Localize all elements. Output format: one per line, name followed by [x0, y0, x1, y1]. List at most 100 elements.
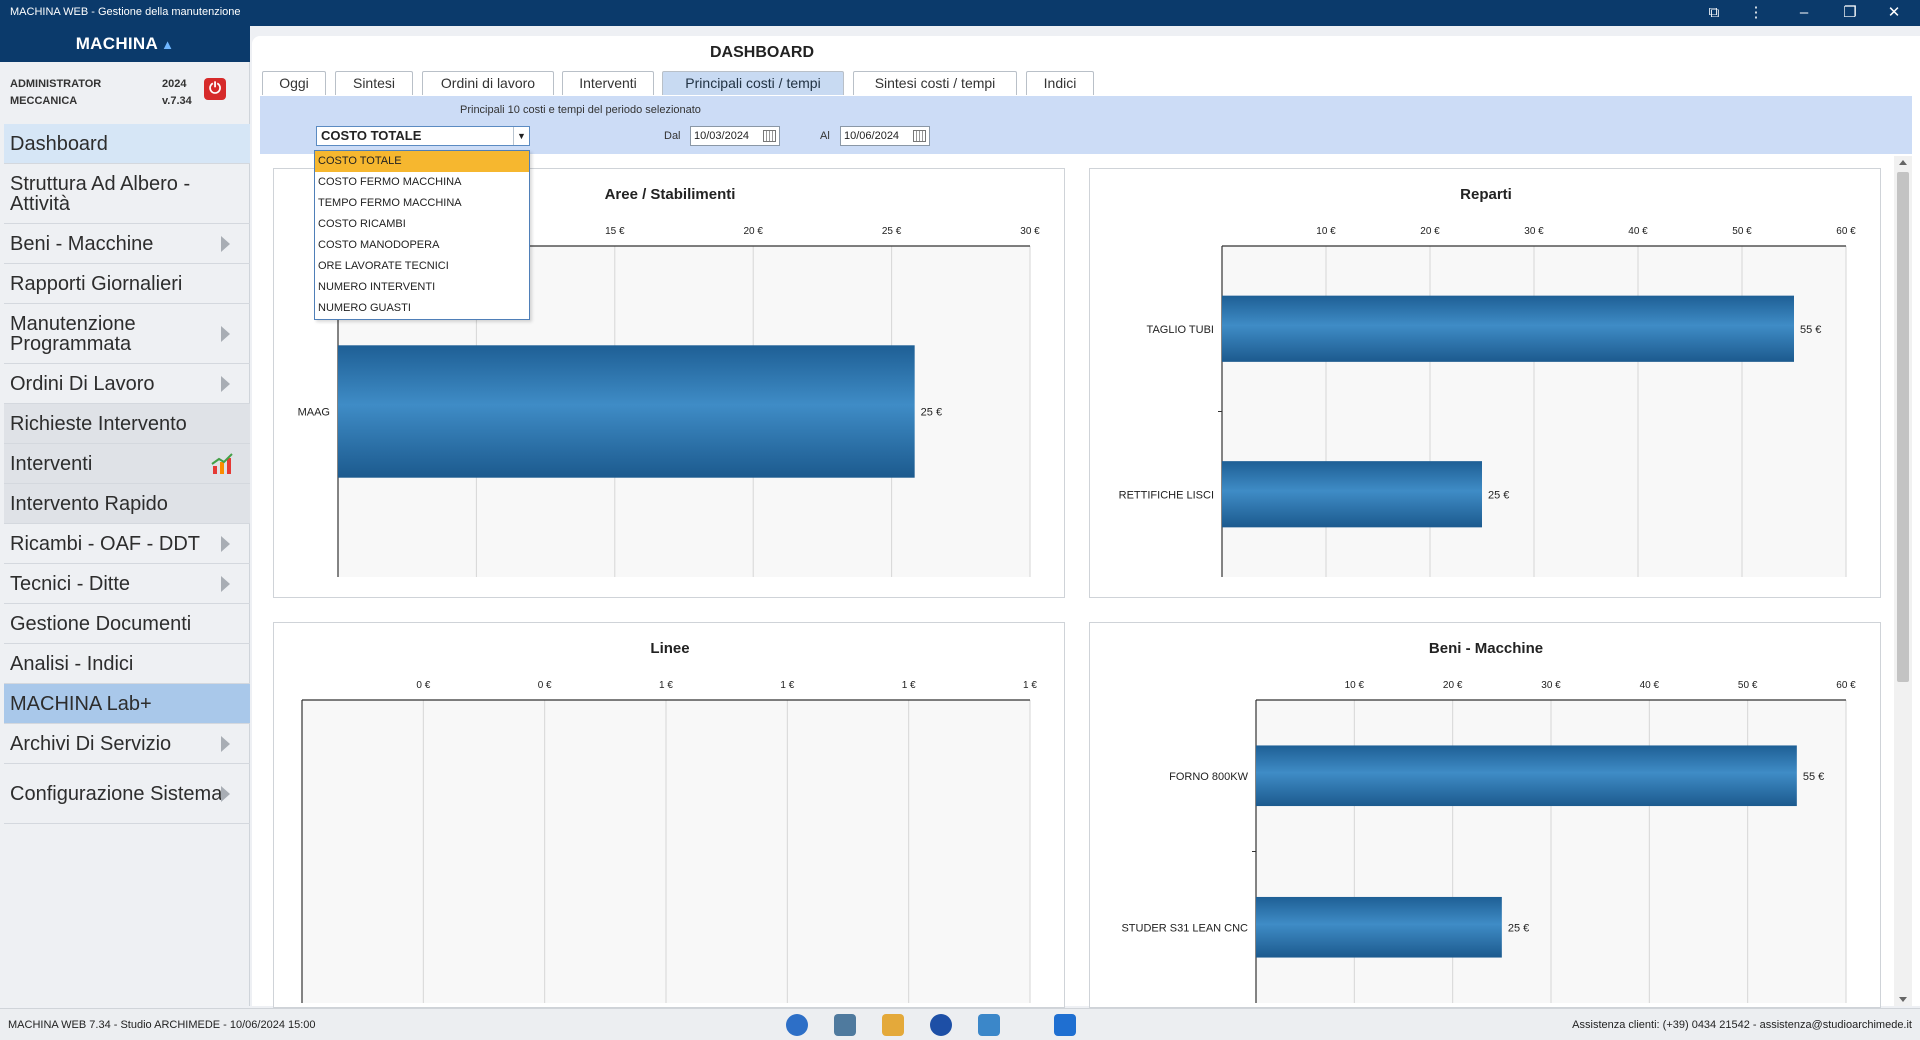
- more-options-icon[interactable]: ⋮: [1742, 2, 1770, 24]
- tick-label: 1 €: [659, 680, 673, 691]
- main-menu: Dashboard Struttura Ad Albero - Attività…: [4, 124, 250, 824]
- value-label: 25 €: [1508, 922, 1529, 934]
- menu-item-dashboard[interactable]: Dashboard: [4, 124, 250, 164]
- scroll-down-icon[interactable]: [1899, 997, 1907, 1002]
- metric-select[interactable]: COSTO TOTALE ▼: [316, 126, 530, 146]
- mail-icon[interactable]: [882, 1014, 904, 1036]
- chevron-right-icon: [221, 535, 230, 552]
- menu-item-struttura-albero[interactable]: Struttura Ad Albero - Attività: [4, 164, 250, 224]
- tab-oggi[interactable]: Oggi: [262, 71, 326, 95]
- menu-item-manutenzione-programmata[interactable]: Manutenzione Programmata: [4, 304, 250, 364]
- tick-label: 30 €: [1541, 680, 1561, 691]
- dropdown-option[interactable]: NUMERO INTERVENTI: [315, 277, 529, 298]
- dropdown-option[interactable]: COSTO TOTALE: [315, 151, 529, 172]
- to-date-label: Al: [820, 130, 830, 142]
- menu-item-rapporti-giornalieri[interactable]: Rapporti Giornalieri: [4, 264, 250, 304]
- restore-icon[interactable]: ❐: [1836, 2, 1864, 24]
- tick-label: 30 €: [1524, 226, 1544, 237]
- dropdown-option[interactable]: TEMPO FERMO MACCHINA: [315, 193, 529, 214]
- filter-bar: Principali 10 costi e tempi del periodo …: [260, 96, 1912, 154]
- menu-item-label: Analisi - Indici: [10, 652, 134, 675]
- value-label: 55 €: [1803, 771, 1824, 783]
- chevron-right-icon: [221, 735, 230, 752]
- chart-title: Beni - Macchine: [1429, 640, 1543, 657]
- chart-panel-beni-macchine: Beni - Macchine 10 € 20 € 30 € 40 € 50 € 60 € F…: [1089, 622, 1881, 1008]
- menu-item-beni-macchine[interactable]: Beni - Macchine: [4, 224, 250, 264]
- tick-label: 60 €: [1836, 680, 1856, 691]
- notes-icon[interactable]: [1054, 1014, 1076, 1036]
- tab-ordini-lavoro[interactable]: Ordini di lavoro: [422, 71, 554, 95]
- tab-indici[interactable]: Indici: [1026, 71, 1094, 95]
- tick-label: 30 €: [1020, 226, 1040, 237]
- chart-title: Reparti: [1460, 186, 1512, 203]
- chevron-right-icon: [221, 235, 230, 252]
- dropdown-option[interactable]: COSTO MANODOPERA: [315, 235, 529, 256]
- menu-item-ordini-lavoro[interactable]: Ordini Di Lavoro: [4, 364, 250, 404]
- tab-sintesi[interactable]: Sintesi: [335, 71, 413, 95]
- menu-item-tecnici-ditte[interactable]: Tecnici - Ditte: [4, 564, 250, 604]
- tick-label: 40 €: [1640, 680, 1660, 691]
- logout-power-icon[interactable]: ⏻: [204, 78, 226, 100]
- category-label: STUDER S31 LEAN CNC: [1121, 922, 1248, 934]
- brand-name: MACHINA: [75, 34, 159, 53]
- close-icon[interactable]: ✕: [1880, 2, 1908, 24]
- brand-logo: MACHINA ▲: [0, 26, 250, 62]
- menu-item-configurazione-sistema[interactable]: Configurazione Sistema: [4, 764, 250, 824]
- chart-linee: Linee 0 € 0 € 1 € 1 € 1 € 1 €: [301, 640, 1037, 1003]
- menu-item-label: Ricambi - OAF - DDT: [10, 532, 200, 555]
- menu-item-richieste-intervento[interactable]: Richieste Intervento: [4, 404, 250, 444]
- help-icon[interactable]: [930, 1014, 952, 1036]
- dropdown-option[interactable]: NUMERO GUASTI: [315, 298, 529, 319]
- tab-sintesi-costi[interactable]: Sintesi costi / tempi: [853, 71, 1017, 95]
- calendar-icon[interactable]: [913, 130, 926, 142]
- category-label: MAAG: [298, 407, 330, 419]
- dropdown-option[interactable]: ORE LAVORATE TECNICI: [315, 256, 529, 277]
- book-icon[interactable]: [978, 1014, 1000, 1036]
- value-label: 25 €: [1488, 489, 1509, 501]
- menu-item-label: Rapporti Giornalieri: [10, 272, 183, 295]
- menu-item-interventi[interactable]: Interventi: [4, 444, 250, 484]
- vertical-scrollbar[interactable]: [1894, 156, 1912, 1006]
- from-date-label: Dal: [664, 130, 681, 142]
- tab-principali-costi[interactable]: Principali costi / tempi: [662, 71, 844, 95]
- user-company: MECCANICA: [10, 95, 78, 107]
- to-date-input[interactable]: 10/06/2024: [840, 126, 930, 146]
- menu-item-label: Manutenzione Programmata: [10, 312, 136, 355]
- dropdown-option[interactable]: COSTO FERMO MACCHINA: [315, 172, 529, 193]
- extensions-icon[interactable]: ⧉: [1700, 2, 1728, 24]
- dropdown-arrow-icon[interactable]: ▼: [513, 127, 529, 145]
- calendar-icon[interactable]: [763, 130, 776, 142]
- chevron-right-icon: [221, 375, 230, 392]
- chart-beni-macchine: Beni - Macchine 10 € 20 € 30 € 40 € 50 € 60 € F…: [1121, 640, 1856, 1003]
- tick-label: 1 €: [1023, 680, 1037, 691]
- dropdown-option[interactable]: COSTO RICAMBI: [315, 214, 529, 235]
- value-label: 25 €: [921, 407, 942, 419]
- menu-item-gestione-documenti[interactable]: Gestione Documenti: [4, 604, 250, 644]
- calculator-icon[interactable]: [834, 1014, 856, 1036]
- tick-label: 60 €: [1836, 226, 1856, 237]
- tick-label: 15 €: [605, 226, 625, 237]
- scrollbar-thumb[interactable]: [1897, 172, 1909, 682]
- menu-item-archivi-servizio[interactable]: Archivi Di Servizio: [4, 724, 250, 764]
- menu-item-label: Tecnici - Ditte: [10, 572, 131, 595]
- tick-label: 1 €: [902, 680, 916, 691]
- refresh-icon[interactable]: [786, 1014, 808, 1036]
- chart-title: Linee: [650, 640, 689, 657]
- menu-item-intervento-rapido[interactable]: Intervento Rapido: [4, 484, 250, 524]
- menu-item-ricambi[interactable]: Ricambi - OAF - DDT: [4, 524, 250, 564]
- menu-item-label: Beni - Macchine: [10, 232, 154, 255]
- menu-item-label: Richieste Intervento: [10, 412, 187, 435]
- to-date-value: 10/06/2024: [844, 130, 900, 142]
- tick-label: 20 €: [743, 226, 763, 237]
- menu-item-analisi-indici[interactable]: Analisi - Indici: [4, 644, 250, 684]
- status-right-text: Assistenza clienti: (+39) 0434 21542 - a…: [1572, 1019, 1912, 1031]
- chevron-right-icon: [221, 785, 230, 802]
- scroll-up-icon[interactable]: [1899, 160, 1907, 165]
- minimize-icon[interactable]: –: [1790, 2, 1818, 24]
- menu-item-label: Dashboard: [10, 132, 108, 155]
- metric-dropdown-list: COSTO TOTALE COSTO FERMO MACCHINA TEMPO …: [314, 150, 530, 320]
- window-title: MACHINA WEB - Gestione della manutenzion…: [10, 6, 241, 18]
- from-date-input[interactable]: 10/03/2024: [690, 126, 780, 146]
- menu-item-machina-lab[interactable]: MACHINA Lab+: [4, 684, 250, 724]
- tab-interventi[interactable]: Interventi: [562, 71, 654, 95]
